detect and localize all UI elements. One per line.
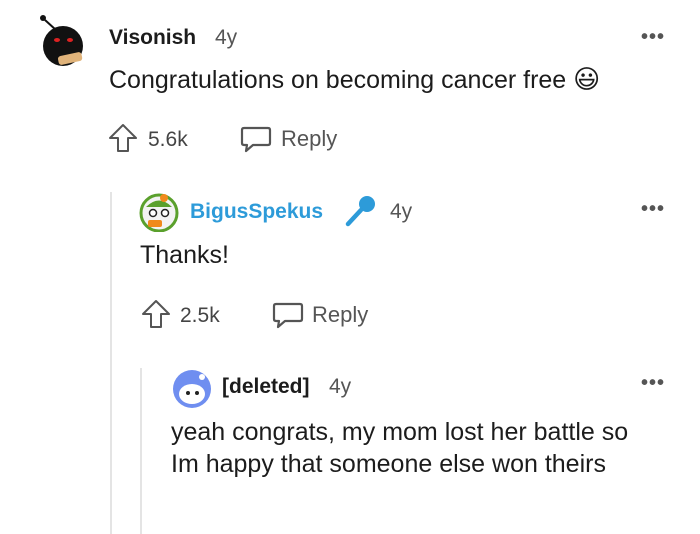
avatar-bigusspekus[interactable] xyxy=(138,192,180,233)
comment-body: Thanks! xyxy=(140,241,229,269)
avatar-deleted[interactable] xyxy=(171,368,213,410)
vote-count: 2.5k xyxy=(180,304,220,327)
comment-age[interactable]: 4y xyxy=(215,26,237,50)
thread-line-level-1[interactable] xyxy=(110,192,112,534)
upvote-arrow-icon xyxy=(109,124,137,152)
username[interactable]: [deleted] xyxy=(222,375,310,399)
comment-age[interactable]: 4y xyxy=(329,375,351,399)
more-options-button[interactable]: ••• xyxy=(641,372,665,395)
reply-label: Reply xyxy=(312,302,369,327)
reply-bubble-icon xyxy=(272,302,304,329)
avatar-visonish[interactable] xyxy=(36,10,86,72)
smiley-emoji-icon: 😃 xyxy=(573,64,601,94)
vote-count: 5.6k xyxy=(148,128,188,151)
comment-body: yeah congrats, my mom lost her battle so… xyxy=(171,418,629,478)
thread-line-level-2[interactable] xyxy=(140,368,142,534)
comment-body-text: Congratulations on becoming cancer free xyxy=(109,66,567,94)
upvote-button[interactable] xyxy=(107,122,141,154)
reply-bubble-icon xyxy=(240,126,272,153)
more-options-button[interactable]: ••• xyxy=(641,26,665,49)
comment-body: Congratulations on becoming cancer free … xyxy=(109,63,689,96)
username[interactable]: BigusSpekus xyxy=(190,200,323,224)
reply-button[interactable]: Reply xyxy=(272,298,372,332)
more-options-button[interactable]: ••• xyxy=(641,198,665,221)
reply-button[interactable]: Reply xyxy=(240,122,340,156)
reply-label: Reply xyxy=(281,126,338,151)
username[interactable]: Visonish xyxy=(109,26,196,50)
upvote-arrow-icon xyxy=(142,300,170,328)
upvote-button[interactable] xyxy=(140,298,174,330)
microphone-icon xyxy=(343,194,377,228)
comment-age[interactable]: 4y xyxy=(390,200,412,224)
